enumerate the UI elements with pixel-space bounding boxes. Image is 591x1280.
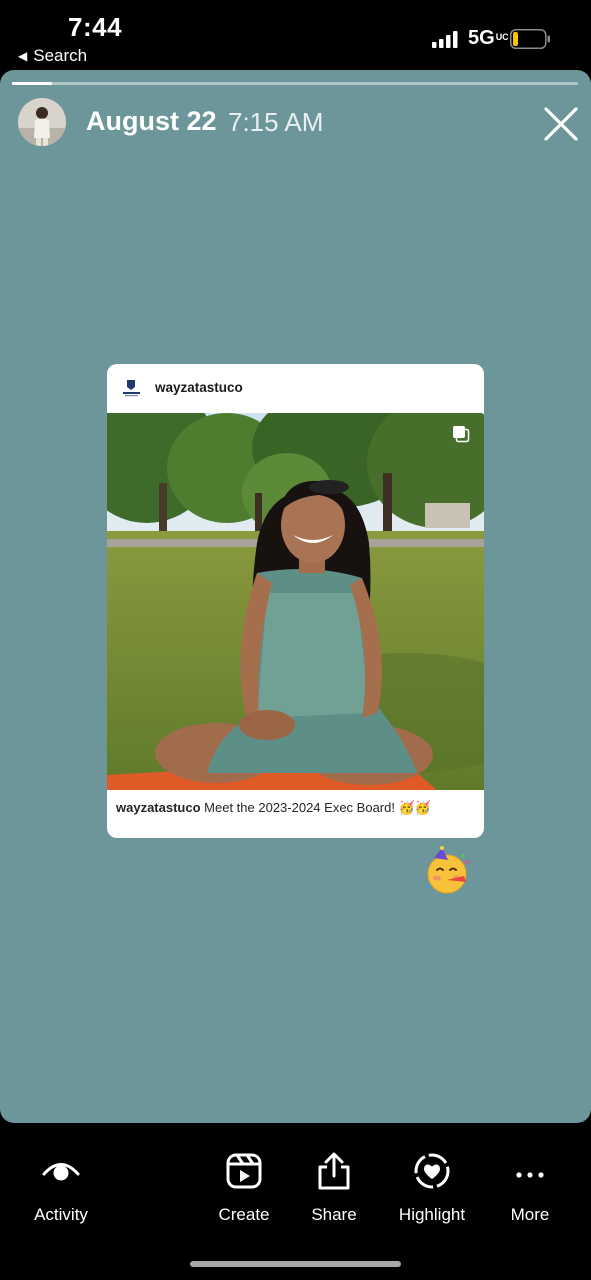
highlight-label: Highlight	[398, 1205, 466, 1224]
home-indicator[interactable]	[190, 1261, 401, 1267]
battery-icon	[510, 29, 550, 49]
account-logo	[118, 375, 145, 402]
multiple-photos-icon	[453, 426, 470, 443]
back-to-search-link[interactable]: ◀ Search	[18, 46, 87, 66]
network-type: 5G	[468, 27, 495, 49]
story-viewer[interactable]: August 22 7:15 AM wayzatastuco wayzatast…	[0, 70, 591, 1123]
highlight-heart-icon	[414, 1153, 450, 1189]
reels-icon	[226, 1153, 262, 1189]
more-label: More	[510, 1205, 550, 1224]
share-button[interactable]: Share	[286, 1151, 382, 1225]
more-icon	[516, 1172, 544, 1178]
share-icon	[318, 1152, 350, 1190]
back-arrow-icon: ◀	[18, 49, 28, 63]
shared-post-photo	[107, 413, 484, 790]
story-progress-bar	[12, 82, 578, 85]
story-time: 7:15 AM	[228, 107, 324, 137]
network-suffix: UC	[495, 32, 509, 42]
close-icon[interactable]	[540, 103, 582, 145]
share-label: Share	[311, 1205, 357, 1224]
create-label: Create	[218, 1205, 270, 1224]
create-button[interactable]: Create	[196, 1151, 292, 1225]
story-action-bar: Activity Create Share Highlight More	[0, 1123, 591, 1280]
network-indicator: 5GUC	[468, 27, 509, 50]
activity-button[interactable]: Activity	[13, 1151, 109, 1225]
highlight-button[interactable]: Highlight	[384, 1151, 480, 1225]
story-progress-fill	[12, 82, 52, 85]
eye-icon	[42, 1163, 80, 1181]
shared-post-card[interactable]: wayzatastuco wayzatastuco Meet the 2023-…	[107, 364, 484, 838]
shared-post-username[interactable]: wayzatastuco	[155, 380, 243, 395]
back-label: Search	[33, 46, 88, 65]
activity-label: Activity	[34, 1205, 88, 1224]
status-bar: 7:44 ◀ Search 5GUC	[0, 0, 591, 70]
caption-username[interactable]: wayzatastuco	[116, 800, 201, 815]
party-face-sticker[interactable]	[422, 846, 472, 896]
story-date: August 22	[86, 106, 217, 136]
caption-text: Meet the 2023-2024 Exec Board! 🥳🥳	[204, 800, 431, 815]
more-button[interactable]: More	[482, 1151, 578, 1225]
avatar[interactable]	[18, 98, 66, 146]
shared-post-caption: wayzatastuco Meet the 2023-2024 Exec Boa…	[116, 800, 478, 816]
clock: 7:44	[68, 12, 123, 42]
cell-signal-icon	[432, 31, 458, 48]
